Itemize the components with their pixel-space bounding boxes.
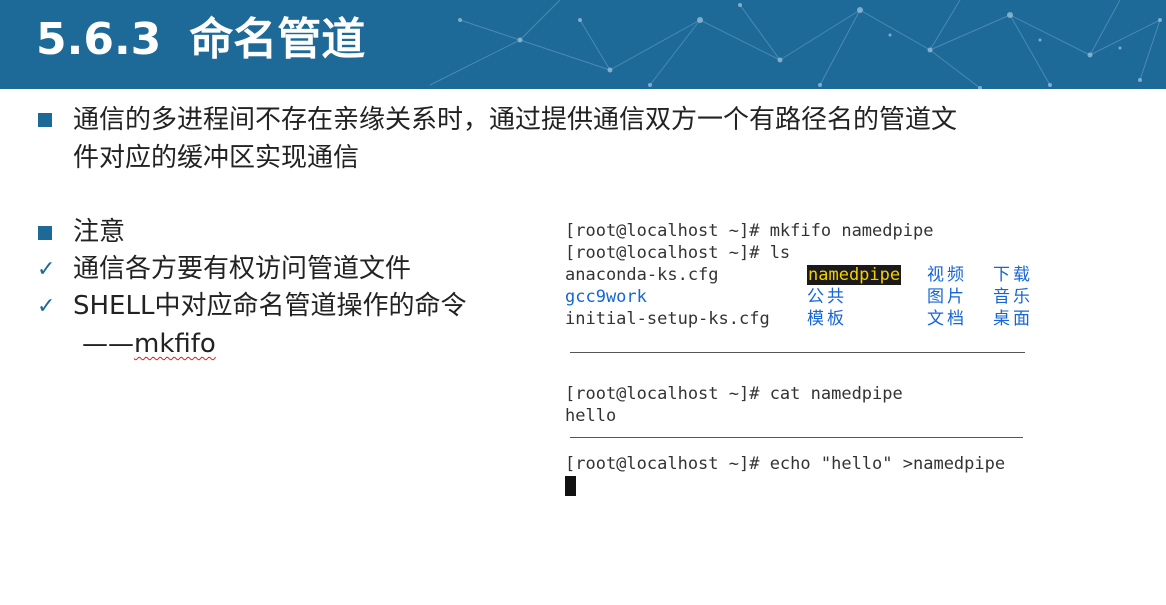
terminal-prompt-mkfifo: [root@localhost ~]# mkfifo namedpipe: [565, 221, 934, 241]
ls-entry: 文档: [927, 309, 967, 329]
ls-entry: anaconda-ks.cfg: [565, 265, 719, 285]
ls-entry: 模板: [807, 309, 847, 329]
ls-entry: initial-setup-ks.cfg: [565, 309, 770, 329]
ls-entry: 桌面: [993, 309, 1033, 329]
ls-entry: gcc9work: [565, 287, 647, 307]
ls-entry: 图片: [927, 287, 967, 307]
page-title: 5.6.3 命名管道: [36, 10, 365, 70]
note-heading: 注意: [73, 217, 126, 247]
check-mark-icon: ✓: [37, 294, 56, 319]
square-bullet-icon: [38, 113, 52, 127]
terminal-prompt-cat: [root@localhost ~]# cat namedpipe: [565, 384, 903, 404]
check-mark-icon: ✓: [37, 257, 56, 282]
terminal-prompt-echo: [root@localhost ~]# echo "hello" >namedp…: [565, 454, 1006, 474]
terminal-cursor: [565, 476, 576, 496]
section-number: 5.6.3: [36, 14, 162, 65]
bullet-text-line1: 通信的多进程间不存在亲缘关系时，通过提供通信双方一个有路径名的管道文: [73, 105, 958, 135]
dash: ——: [82, 329, 134, 359]
mkfifo-command-line: ——mkfifo: [82, 326, 216, 362]
terminal-output-hello: hello: [565, 406, 617, 426]
terminal-prompt-ls: [root@localhost ~]# ls: [565, 243, 791, 263]
mkfifo-text: mkfifo: [134, 329, 216, 359]
ls-entry: 音乐: [993, 287, 1033, 307]
bullet-text-line2: 件对应的缓冲区实现通信: [73, 143, 360, 173]
ls-entry: 视频: [927, 265, 967, 285]
title-text: 命名管道: [189, 14, 366, 65]
ls-entry: 下载: [993, 265, 1033, 285]
divider: [570, 352, 1025, 353]
divider: [570, 437, 1023, 438]
check-item-shell-command: SHELL中对应命名管道操作的命令: [73, 291, 467, 321]
ls-entry: 公共: [807, 287, 847, 307]
check-item-permission: 通信各方要有权访问管道文件: [73, 254, 412, 284]
ls-entry-namedpipe: namedpipe: [807, 264, 902, 286]
title-banner: 5.6.3 命名管道: [0, 0, 1166, 89]
namedpipe-highlight: namedpipe: [807, 265, 902, 285]
square-bullet-icon: [38, 226, 52, 240]
